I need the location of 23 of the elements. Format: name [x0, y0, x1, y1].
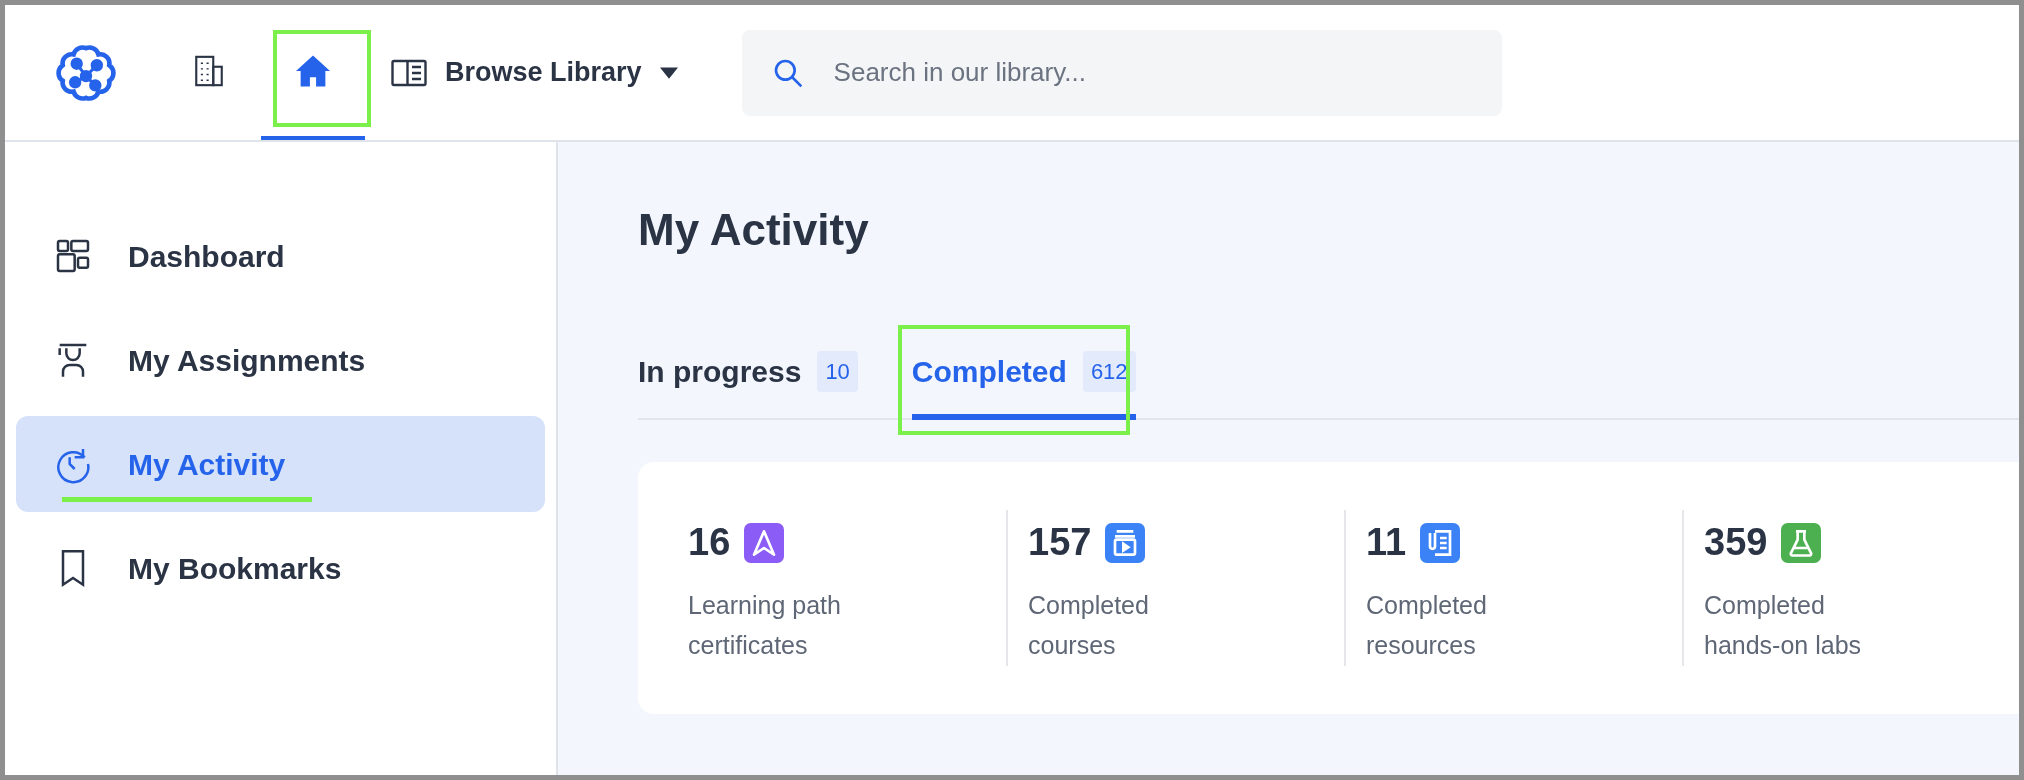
stat-value: 16	[688, 520, 731, 565]
sidebar-item[interactable]: Dashboard	[16, 208, 545, 304]
stat-value: 359	[1704, 520, 1768, 565]
caret-icon	[659, 66, 678, 79]
stat-label: Completed resources	[1366, 590, 1488, 661]
book-icon	[391, 57, 427, 88]
stat-value: 11	[1366, 520, 1407, 565]
building-icon	[192, 53, 226, 88]
stat-label: Completed courses	[1028, 590, 1150, 661]
count-badge: 10	[817, 350, 858, 392]
search-field[interactable]: Search in our library...	[741, 29, 1502, 116]
sidebar-item[interactable]: My Assignments	[16, 312, 545, 408]
tab[interactable]: In progress 10	[638, 328, 858, 420]
page-title: My Activity	[638, 208, 870, 252]
browse-library-button[interactable]: Browse Library	[391, 52, 678, 93]
home-icon	[294, 53, 332, 88]
stat-value: 157	[1028, 520, 1092, 565]
stat-label: Learning path certificates	[688, 590, 842, 661]
sidebar-item[interactable]: My Bookmarks	[16, 520, 545, 616]
sidebar-item[interactable]: My Activity	[16, 416, 545, 512]
count-badge: 612	[1082, 350, 1136, 392]
stat-label: Completed hands-on labs	[1704, 590, 1863, 661]
tab[interactable]: Completed 612	[911, 328, 1136, 420]
